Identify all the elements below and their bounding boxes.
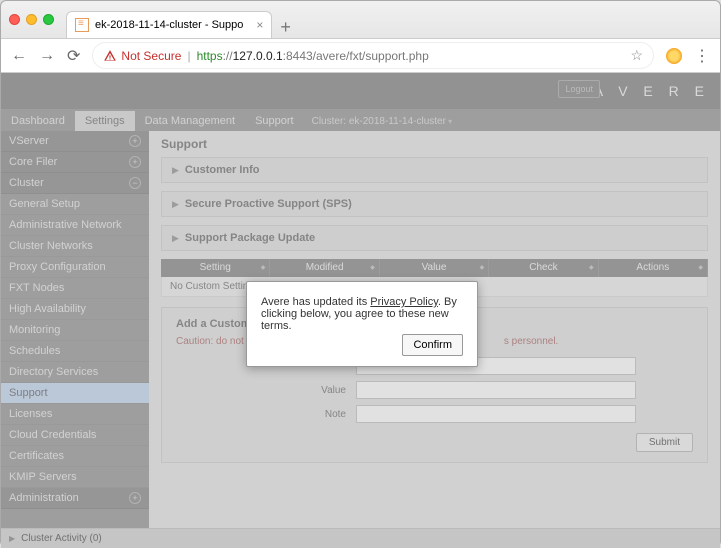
settings-table-header: Setting Modified Value Check Actions [161, 259, 708, 277]
chevron-right-icon: ▶ [172, 165, 179, 176]
panel-customer-info[interactable]: ▶Customer Info [161, 157, 708, 183]
submit-button[interactable]: Submit [636, 433, 693, 452]
th-modified[interactable]: Modified [270, 259, 379, 277]
close-tab-icon[interactable]: × [256, 19, 263, 31]
extension-icon[interactable] [666, 48, 682, 64]
expand-icon: + [129, 156, 141, 168]
bookmark-icon[interactable]: ☆ [630, 47, 643, 64]
confirm-button[interactable]: Confirm [402, 334, 463, 356]
logout-button[interactable]: Logout [558, 80, 600, 98]
collapse-icon: − [129, 177, 141, 189]
sidebar-group-vserver[interactable]: VServer+ [1, 131, 149, 152]
page-title: Support [161, 137, 708, 151]
note-input[interactable] [356, 405, 636, 423]
field-label-value: Value [176, 385, 356, 396]
address-bar[interactable]: Not Secure | https://127.0.0.1:8443/aver… [92, 42, 654, 69]
modal-text: Avere has updated its Privacy Policy. By… [261, 296, 457, 332]
sidebar-item-proxy-config[interactable]: Proxy Configuration [1, 257, 149, 278]
sidebar: VServer+ Core Filer+ Cluster− General Se… [1, 131, 149, 548]
url-text: https://127.0.0.1:8443/avere/fxt/support… [197, 49, 429, 63]
th-check[interactable]: Check [489, 259, 598, 277]
browser-menu-icon[interactable]: ⋮ [694, 46, 710, 66]
window-controls [9, 14, 54, 25]
privacy-policy-link[interactable]: Privacy Policy [370, 296, 438, 308]
sidebar-group-corefiler[interactable]: Core Filer+ [1, 152, 149, 173]
tab-dashboard[interactable]: Dashboard [1, 111, 75, 131]
browser-tab[interactable]: ek-2018-11-14-cluster - Suppo × [66, 11, 272, 38]
chevron-right-icon: ▶ [172, 233, 179, 244]
th-setting[interactable]: Setting [161, 259, 270, 277]
cluster-activity-bar[interactable]: ▶ Cluster Activity (0) [1, 528, 720, 548]
sidebar-item-high-availability[interactable]: High Availability [1, 299, 149, 320]
value-input[interactable] [356, 381, 636, 399]
not-secure-badge[interactable]: Not Secure [103, 49, 181, 63]
avere-logo: A V E R E [594, 83, 710, 99]
sidebar-item-cluster-networks[interactable]: Cluster Networks [1, 236, 149, 257]
tab-settings[interactable]: Settings [75, 111, 135, 131]
sidebar-item-cloud-credentials[interactable]: Cloud Credentials [1, 425, 149, 446]
privacy-policy-modal: Avere has updated its Privacy Policy. By… [246, 281, 478, 367]
main-tabs: Dashboard Settings Data Management Suppo… [1, 109, 720, 131]
sidebar-item-support[interactable]: Support [1, 383, 149, 404]
panel-support-package[interactable]: ▶Support Package Update [161, 225, 708, 251]
tab-data-management[interactable]: Data Management [135, 111, 246, 131]
url-separator: | [187, 49, 190, 63]
chevron-right-icon: ▶ [9, 534, 15, 543]
back-button[interactable]: ← [11, 47, 27, 65]
panel-sps[interactable]: ▶Secure Proactive Support (SPS) [161, 191, 708, 217]
sidebar-item-licenses[interactable]: Licenses [1, 404, 149, 425]
close-window-icon[interactable] [9, 14, 20, 25]
expand-icon: + [129, 135, 141, 147]
sidebar-item-certificates[interactable]: Certificates [1, 446, 149, 467]
maximize-window-icon[interactable] [43, 14, 54, 25]
favicon-icon [75, 18, 89, 32]
expand-icon: + [129, 492, 141, 504]
sidebar-item-monitoring[interactable]: Monitoring [1, 320, 149, 341]
tab-support[interactable]: Support [245, 111, 304, 131]
field-label-note: Note [176, 409, 356, 420]
th-value[interactable]: Value [380, 259, 489, 277]
th-actions: Actions [599, 259, 708, 277]
minimize-window-icon[interactable] [26, 14, 37, 25]
sidebar-group-cluster[interactable]: Cluster− [1, 173, 149, 194]
sidebar-item-schedules[interactable]: Schedules [1, 341, 149, 362]
sidebar-item-kmip-servers[interactable]: KMIP Servers [1, 467, 149, 488]
warning-icon [103, 49, 117, 63]
new-tab-button[interactable]: + [272, 17, 299, 38]
sidebar-item-admin-network[interactable]: Administrative Network [1, 215, 149, 236]
sidebar-item-fxt-nodes[interactable]: FXT Nodes [1, 278, 149, 299]
sidebar-item-directory-services[interactable]: Directory Services [1, 362, 149, 383]
app-header: Logout A V E R E [1, 73, 720, 109]
browser-tab-strip: ek-2018-11-14-cluster - Suppo × + [1, 1, 720, 39]
chevron-right-icon: ▶ [172, 199, 179, 210]
sidebar-item-general-setup[interactable]: General Setup [1, 194, 149, 215]
forward-button[interactable]: → [39, 47, 55, 65]
reload-button[interactable]: ⟳ [67, 46, 80, 66]
cluster-selector[interactable]: Cluster: ek-2018-11-14-cluster [304, 112, 461, 131]
browser-toolbar: ← → ⟳ Not Secure | https://127.0.0.1:844… [1, 39, 720, 73]
tab-title: ek-2018-11-14-cluster - Suppo [95, 19, 243, 31]
app-viewport: Logout A V E R E Dashboard Settings Data… [1, 73, 720, 548]
sidebar-group-administration[interactable]: Administration+ [1, 488, 149, 509]
